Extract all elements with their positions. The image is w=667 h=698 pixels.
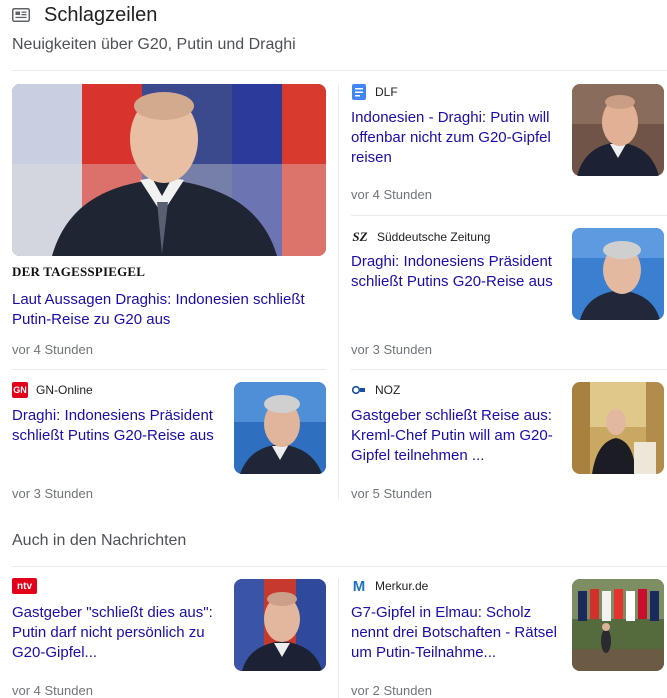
divider — [12, 369, 326, 370]
timestamp: vor 3 Stunden — [12, 486, 93, 501]
headline-gn-online[interactable]: Draghi: Indonesiens Präsident schließt P… — [12, 406, 222, 446]
page-title: Schlagzeilen — [44, 3, 158, 26]
topic-subtitle: Neuigkeiten über G20, Putin und Draghi — [12, 36, 296, 53]
card-image[interactable] — [572, 84, 664, 176]
headline-dlf[interactable]: Indonesien - Draghi: Putin will offenbar… — [351, 108, 561, 168]
headline-noz[interactable]: Gastgeber schließt Reise aus: Kreml-Chef… — [351, 406, 561, 466]
source-sz: SZ Süddeutsche Zeitung — [351, 229, 490, 245]
ntv-logo-icon: ntv — [12, 578, 37, 594]
source-noz: NOZ — [351, 382, 400, 398]
divider — [351, 215, 667, 216]
card-image[interactable] — [234, 579, 326, 671]
timestamp: vor 4 Stunden — [351, 187, 432, 202]
source-name: NOZ — [375, 383, 401, 397]
timestamp: vor 3 Stunden — [351, 342, 432, 357]
column-divider — [338, 84, 339, 500]
noz-logo-icon — [351, 382, 367, 398]
newspaper-icon — [12, 8, 30, 22]
divider — [12, 70, 667, 71]
card-image[interactable] — [12, 84, 326, 256]
headline-ntv[interactable]: Gastgeber "schließt dies aus": Putin dar… — [12, 603, 222, 663]
section-title: Auch in den Nachrichten — [12, 532, 187, 549]
source-name: Süddeutsche Zeitung — [377, 230, 491, 244]
header: Schlagzeilen — [12, 3, 157, 27]
source-tagesspiegel: DER TAGESSPIEGEL — [12, 264, 146, 279]
card-image[interactable] — [572, 579, 664, 671]
timestamp: vor 4 Stunden — [12, 683, 93, 698]
gn-logo-icon: GN — [12, 382, 28, 398]
source-gn-online: GN GN-Online — [12, 382, 93, 398]
divider — [12, 566, 667, 567]
headline-merkur[interactable]: G7-Gipfel in Elmau: Scholz nennt drei Bo… — [351, 603, 561, 663]
divider — [351, 369, 667, 370]
headline-tagesspiegel[interactable]: Laut Aussagen Draghis: Indonesien schlie… — [12, 290, 326, 330]
card-image[interactable] — [234, 382, 326, 474]
source-dlf: DLF — [351, 84, 398, 100]
source-ntv: ntv — [12, 578, 45, 594]
source-name: Merkur.de — [375, 579, 429, 593]
source-name: DLF — [375, 85, 398, 99]
card-image[interactable] — [572, 228, 664, 320]
merkur-logo-icon: M — [352, 577, 366, 595]
source-merkur: M Merkur.de — [351, 577, 429, 595]
source-name: GN-Online — [36, 383, 93, 397]
headline-sz[interactable]: Draghi: Indonesiens Präsident schließt P… — [351, 252, 561, 292]
column-divider — [338, 578, 339, 698]
timestamp: vor 5 Stunden — [351, 486, 432, 501]
card-image[interactable] — [572, 382, 664, 474]
timestamp: vor 4 Stunden — [12, 342, 93, 357]
timestamp: vor 2 Stunden — [351, 683, 432, 698]
document-icon — [351, 84, 367, 100]
sz-logo-icon: SZ — [352, 229, 368, 244]
